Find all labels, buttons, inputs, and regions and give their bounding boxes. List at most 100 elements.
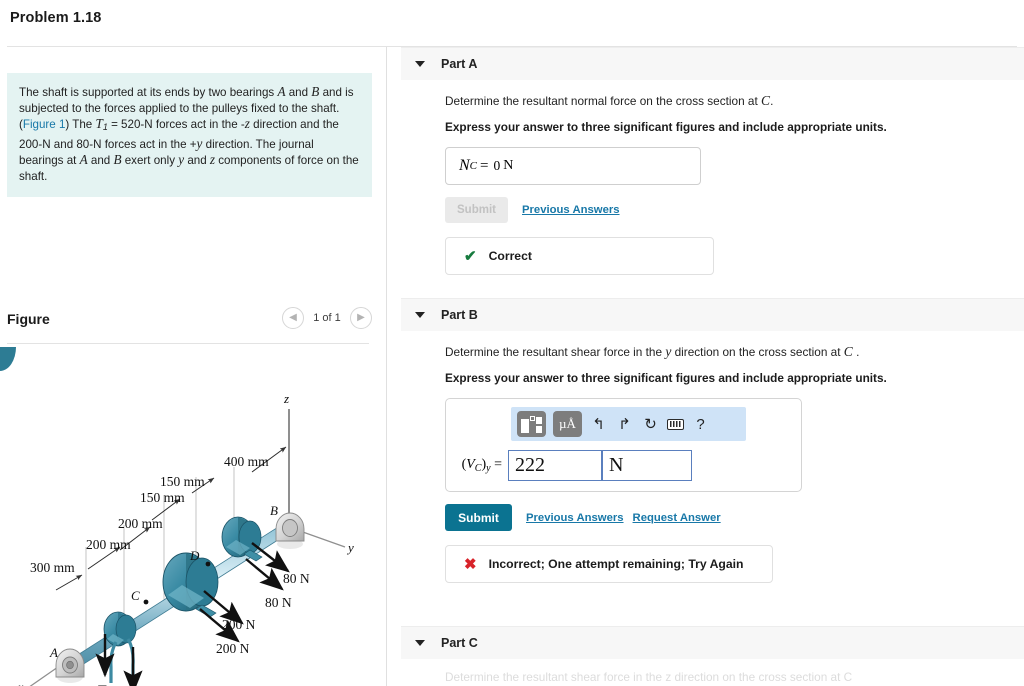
chevron-right-icon[interactable]: ▶ bbox=[350, 307, 372, 329]
svg-text:150 mm: 150 mm bbox=[160, 474, 205, 489]
part-b-instruction: Express your answer to three significant… bbox=[445, 371, 887, 385]
keyboard-icon[interactable] bbox=[667, 418, 684, 430]
problem-text-4: ) The bbox=[65, 118, 96, 132]
svg-text:T: T bbox=[98, 682, 107, 686]
part-b-input-row: (VC)y = 222 N bbox=[456, 450, 791, 481]
problem-statement: The shaft is supported at its ends by tw… bbox=[7, 73, 372, 197]
svg-text:A: A bbox=[49, 645, 58, 660]
part-a-actions: Submit Previous Answers bbox=[445, 197, 1024, 223]
part-a-feedback: ✔ Correct bbox=[445, 237, 714, 275]
svg-text:y: y bbox=[346, 540, 354, 555]
part-a-answer-equals: = bbox=[480, 157, 489, 174]
part-b-submit-button[interactable]: Submit bbox=[445, 504, 512, 531]
svg-text:400 mm: 400 mm bbox=[224, 454, 269, 469]
part-a-label: Part A bbox=[441, 57, 478, 71]
undo-icon[interactable]: ↰ bbox=[589, 417, 608, 432]
problem-text-2: and bbox=[285, 86, 312, 99]
part-b-question: Determine the resultant shear force in t… bbox=[445, 344, 1024, 360]
problem-text-8: and bbox=[87, 154, 114, 168]
part-a-question-post: . bbox=[770, 94, 774, 108]
figure-1-link[interactable]: Figure 1 bbox=[23, 118, 66, 131]
part-b-actions: Submit Previous Answers Request Answer bbox=[445, 504, 1024, 531]
left-panel: The shaft is supported at its ends by tw… bbox=[0, 47, 386, 686]
part-a-instruction: Express your answer to three significant… bbox=[445, 120, 887, 134]
svg-text:80 N: 80 N bbox=[265, 595, 292, 610]
part-b-var-sub2: y bbox=[486, 463, 491, 474]
problem-var-a: A bbox=[277, 84, 286, 99]
blocks-icon bbox=[521, 415, 542, 433]
part-a-previous-answers-link[interactable]: Previous Answers bbox=[522, 204, 620, 216]
part-b-question-mid: direction on the cross section at bbox=[671, 345, 844, 359]
svg-text:80 N: 80 N bbox=[283, 571, 310, 586]
svg-text:200 N: 200 N bbox=[216, 641, 250, 656]
figure-title: Figure bbox=[7, 311, 50, 327]
part-c-header[interactable]: Part C bbox=[401, 626, 1024, 659]
figure-header: Figure ◀ 1 of 1 ▶ bbox=[0, 303, 386, 343]
svg-text:x: x bbox=[17, 680, 24, 686]
problem-text-10: and bbox=[184, 154, 210, 168]
figure-divider bbox=[7, 343, 369, 344]
bearing-a bbox=[55, 648, 85, 683]
part-a-section: Part A Determine the resultant normal fo… bbox=[401, 47, 1024, 275]
right-panel: Part A Determine the resultant normal fo… bbox=[387, 47, 1024, 686]
part-a-question-pre: Determine the resultant normal force on … bbox=[445, 94, 762, 108]
part-b-section: Part B Determine the resultant shear for… bbox=[401, 298, 1024, 583]
part-a-answer-var: N bbox=[459, 157, 470, 174]
part-b-answer-label: (VC)y = bbox=[456, 457, 508, 474]
svg-text:200 mm: 200 mm bbox=[118, 516, 163, 531]
svg-text:z: z bbox=[283, 391, 289, 406]
part-c-label: Part C bbox=[441, 636, 478, 650]
part-b-question-var: C bbox=[843, 344, 853, 359]
part-b-feedback: ✖ Incorrect; One attempt remaining; Try … bbox=[445, 545, 773, 583]
part-a-answer-value: 0 bbox=[493, 158, 501, 173]
help-icon[interactable]: ? bbox=[691, 417, 710, 432]
micro-angstrom-icon: µÅ bbox=[559, 416, 576, 431]
svg-text:300 mm: 300 mm bbox=[30, 560, 75, 575]
part-b-previous-answers-link[interactable]: Previous Answers bbox=[526, 512, 624, 524]
units-button[interactable]: µÅ bbox=[553, 411, 582, 437]
problem-var-a2: A bbox=[79, 152, 88, 168]
svg-text:B: B bbox=[270, 503, 278, 518]
part-a-answer-field[interactable]: N C = 0 N bbox=[445, 147, 701, 185]
part-b-unit-input[interactable]: N bbox=[602, 450, 692, 481]
part-a-answer-unit: N bbox=[503, 158, 514, 173]
part-a-header[interactable]: Part A bbox=[401, 47, 1024, 80]
chevron-left-icon[interactable]: ◀ bbox=[282, 307, 304, 329]
redo-icon[interactable]: ↱ bbox=[615, 417, 634, 432]
part-b-request-answer-link[interactable]: Request Answer bbox=[633, 512, 721, 524]
figure-count: 1 of 1 bbox=[313, 312, 341, 324]
problem-text-1: The shaft is supported at its ends by tw… bbox=[19, 86, 278, 99]
template-button[interactable] bbox=[517, 411, 546, 437]
svg-text:200 mm: 200 mm bbox=[86, 537, 131, 552]
problem-text-9: exert only bbox=[121, 154, 179, 168]
reset-icon[interactable]: ↻ bbox=[641, 417, 660, 432]
part-b-var: V bbox=[466, 457, 475, 472]
cross-icon: ✖ bbox=[464, 555, 477, 573]
pulley-c bbox=[103, 611, 137, 647]
part-a-question: Determine the resultant normal force on … bbox=[445, 93, 1024, 109]
figure-navigation: ◀ 1 of 1 ▶ bbox=[282, 307, 372, 329]
svg-text:D: D bbox=[189, 548, 200, 563]
part-a-answer-var-sub: C bbox=[469, 160, 478, 172]
part-b-question-pre: Determine the resultant shear force in t… bbox=[445, 345, 666, 359]
part-b-feedback-text: Incorrect; One attempt remaining; Try Ag… bbox=[488, 557, 744, 571]
part-b-value-input[interactable]: 222 bbox=[508, 450, 602, 481]
problem-var-b2: B bbox=[113, 152, 122, 168]
part-c-section: Part C Determine the resultant shear for… bbox=[401, 626, 1024, 686]
svg-text:C: C bbox=[131, 588, 140, 603]
part-b-header[interactable]: Part B bbox=[401, 298, 1024, 331]
part-c-question: Determine the resultant shear force in t… bbox=[445, 670, 853, 684]
chevron-down-icon[interactable] bbox=[415, 61, 425, 67]
part-b-equals: = bbox=[494, 457, 502, 472]
part-a-question-var: C bbox=[761, 93, 771, 108]
check-icon: ✔ bbox=[464, 247, 477, 265]
part-b-label: Part B bbox=[441, 308, 478, 322]
page-title: Problem 1.18 bbox=[10, 10, 102, 26]
problem-page: Problem 1.18 The shaft is supported at i… bbox=[0, 0, 1024, 686]
math-toolbar: µÅ ↰ ↱ ↻ ? bbox=[511, 407, 746, 441]
chevron-down-icon[interactable] bbox=[415, 640, 425, 646]
svg-text:150 mm: 150 mm bbox=[140, 490, 185, 505]
chevron-down-icon[interactable] bbox=[415, 312, 425, 318]
part-a-feedback-text: Correct bbox=[488, 249, 532, 263]
figure-image[interactable]: z y x bbox=[0, 323, 386, 686]
